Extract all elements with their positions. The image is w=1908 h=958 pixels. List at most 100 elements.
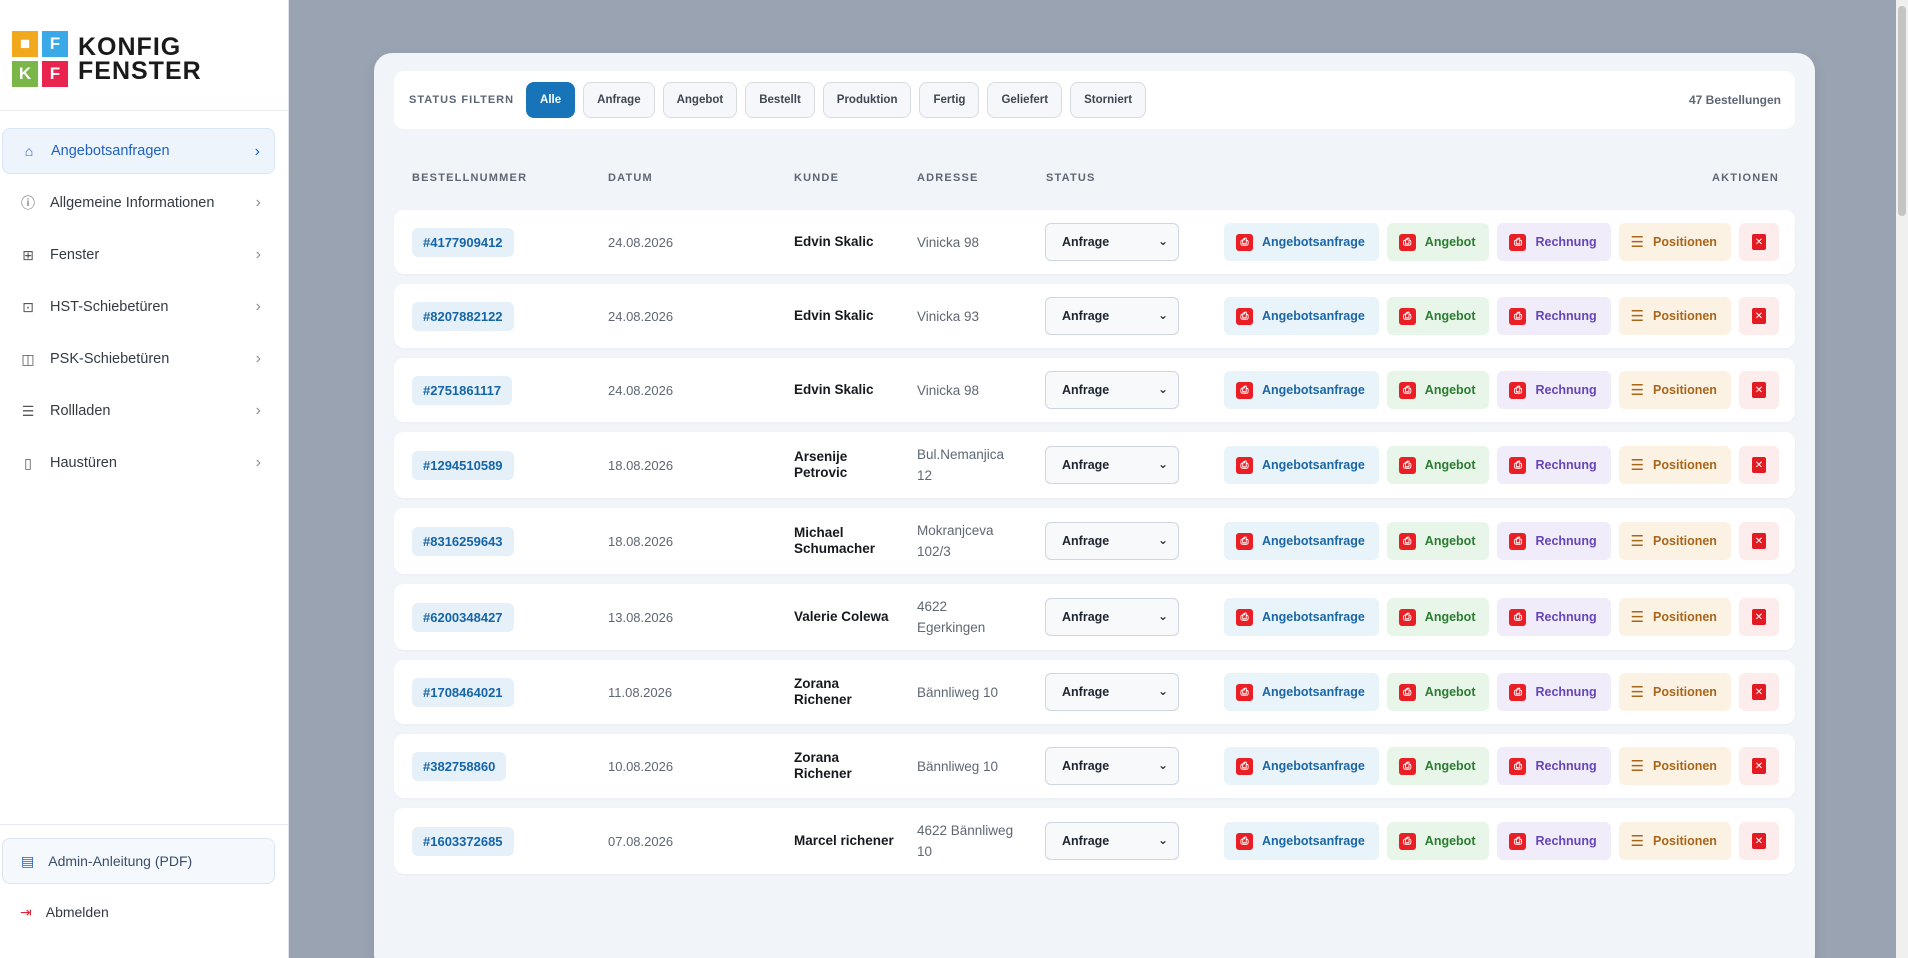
sidebar-item-5[interactable]: ☰ Rollladen ›: [2, 388, 275, 434]
angebotsanfrage-button[interactable]: ⎙ Angebotsanfrage: [1224, 371, 1379, 409]
order-number[interactable]: #8207882122: [412, 301, 514, 331]
filter-chip[interactable]: Anfrage: [583, 82, 655, 118]
filter-chip[interactable]: Geliefert: [987, 82, 1063, 118]
status-select[interactable]: Anfrage ⌄: [1045, 598, 1179, 636]
action-label: Positionen: [1653, 235, 1717, 249]
angebot-button[interactable]: ⎙ Angebot: [1386, 446, 1490, 484]
angebotsanfrage-button[interactable]: ⎙ Angebotsanfrage: [1224, 822, 1379, 860]
trash-icon: ✕: [1751, 457, 1766, 473]
sidebar-item-label: Rollladen: [50, 403, 111, 419]
delete-button[interactable]: ✕: [1738, 223, 1779, 261]
delete-button[interactable]: ✕: [1738, 598, 1779, 636]
rechnung-button[interactable]: ⎙ Rechnung: [1497, 673, 1611, 711]
delete-button[interactable]: ✕: [1738, 446, 1779, 484]
rechnung-button[interactable]: ⎙ Rechnung: [1497, 371, 1611, 409]
rechnung-button[interactable]: ⎙ Rechnung: [1497, 522, 1611, 560]
sidebar-item-3[interactable]: ⊡ HST-Schiebetüren ›: [2, 284, 275, 330]
scrollbar-thumb[interactable]: [1898, 6, 1906, 216]
delete-button[interactable]: ✕: [1738, 522, 1779, 560]
angebot-button[interactable]: ⎙ Angebot: [1386, 223, 1490, 261]
action-label: Positionen: [1653, 685, 1717, 699]
delete-button[interactable]: ✕: [1738, 747, 1779, 785]
customer-name: Marcel richener: [794, 833, 894, 848]
status-select[interactable]: Anfrage ⌄: [1045, 822, 1179, 860]
positionen-button[interactable]: ☰ Positionen: [1618, 371, 1731, 409]
angebot-button[interactable]: ⎙ Angebot: [1386, 822, 1490, 860]
delete-button[interactable]: ✕: [1738, 822, 1779, 860]
order-number[interactable]: #1603372685: [412, 826, 514, 856]
status-select[interactable]: Anfrage ⌄: [1045, 673, 1179, 711]
filter-chip[interactable]: Bestellt: [745, 82, 815, 118]
filter-chip[interactable]: Fertig: [919, 82, 980, 118]
order-number[interactable]: #382758860: [412, 751, 507, 781]
action-label: Rechnung: [1535, 610, 1597, 624]
order-number[interactable]: #1708464021: [412, 677, 514, 707]
logout-button[interactable]: ⇥ Abmelden: [2, 892, 275, 932]
status-select[interactable]: Anfrage ⌄: [1045, 747, 1179, 785]
admin-pdf-button[interactable]: ▤ Admin-Anleitung (PDF): [2, 838, 275, 884]
status-select[interactable]: Anfrage ⌄: [1045, 446, 1179, 484]
angebot-button[interactable]: ⎙ Angebot: [1386, 522, 1490, 560]
order-number[interactable]: #6200348427: [412, 602, 514, 632]
angebot-button[interactable]: ⎙ Angebot: [1386, 297, 1490, 335]
delete-button[interactable]: ✕: [1738, 673, 1779, 711]
filter-chip[interactable]: Angebot: [662, 82, 738, 118]
sidebar-item-1[interactable]: ⓘ Allgemeine Informationen ›: [2, 180, 275, 226]
order-number[interactable]: #4177909412: [412, 227, 514, 257]
angebotsanfrage-button[interactable]: ⎙ Angebotsanfrage: [1224, 747, 1379, 785]
action-label: Angebotsanfrage: [1262, 685, 1365, 699]
sidebar-item-2[interactable]: ⊞ Fenster ›: [2, 232, 275, 278]
sidebar-item-4[interactable]: ◫ PSK-Schiebetüren ›: [2, 336, 275, 382]
delete-button[interactable]: ✕: [1738, 371, 1779, 409]
order-number[interactable]: #8316259643: [412, 526, 514, 556]
angebot-button[interactable]: ⎙ Angebot: [1386, 598, 1490, 636]
pdf-icon: ⎙: [1236, 608, 1253, 626]
angebotsanfrage-button[interactable]: ⎙ Angebotsanfrage: [1224, 598, 1379, 636]
positionen-button[interactable]: ☰ Positionen: [1618, 223, 1731, 261]
sidebar-item-6[interactable]: ▯ Haustüren ›: [2, 440, 275, 486]
filter-chip[interactable]: Alle: [526, 82, 576, 118]
status-select[interactable]: Anfrage ⌄: [1045, 522, 1179, 560]
rechnung-button[interactable]: ⎙ Rechnung: [1497, 223, 1611, 261]
positionen-button[interactable]: ☰ Positionen: [1618, 598, 1731, 636]
angebotsanfrage-button[interactable]: ⎙ Angebotsanfrage: [1224, 297, 1379, 335]
chevron-down-icon: ⌄: [1157, 533, 1168, 547]
angebot-button[interactable]: ⎙ Angebot: [1386, 371, 1490, 409]
status-select[interactable]: Anfrage ⌄: [1045, 297, 1179, 335]
order-number[interactable]: #1294510589: [412, 450, 514, 480]
angebotsanfrage-button[interactable]: ⎙ Angebotsanfrage: [1224, 522, 1379, 560]
angebotsanfrage-button[interactable]: ⎙ Angebotsanfrage: [1224, 223, 1379, 261]
sidebar-item-label: Fenster: [50, 247, 100, 263]
rechnung-button[interactable]: ⎙ Rechnung: [1497, 598, 1611, 636]
rechnung-button[interactable]: ⎙ Rechnung: [1497, 297, 1611, 335]
angebot-button[interactable]: ⎙ Angebot: [1386, 747, 1490, 785]
header-address: ADRESSE: [917, 172, 979, 184]
sidebar-item-0[interactable]: ⌂ Angebotsanfragen ›: [2, 128, 275, 174]
status-select[interactable]: Anfrage ⌄: [1045, 223, 1179, 261]
angebot-button[interactable]: ⎙ Angebot: [1386, 673, 1490, 711]
positionen-button[interactable]: ☰ Positionen: [1618, 822, 1731, 860]
positionen-button[interactable]: ☰ Positionen: [1618, 446, 1731, 484]
customer-address: Vinicka 98: [917, 234, 980, 250]
filter-chip[interactable]: Produktion: [822, 82, 912, 118]
filter-chip[interactable]: Storniert: [1070, 82, 1147, 118]
action-label: Rechnung: [1535, 685, 1597, 699]
pdf-icon: ⎙: [1398, 683, 1416, 701]
positionen-button[interactable]: ☰ Positionen: [1618, 747, 1731, 785]
positionen-button[interactable]: ☰ Positionen: [1618, 297, 1731, 335]
status-select[interactable]: Anfrage ⌄: [1045, 371, 1179, 409]
delete-button[interactable]: ✕: [1738, 297, 1779, 335]
rechnung-button[interactable]: ⎙ Rechnung: [1497, 822, 1611, 860]
logo[interactable]: ■ F K F KONFIG FENSTER: [12, 31, 202, 87]
page-scrollbar[interactable]: [1896, 0, 1908, 958]
angebotsanfrage-button[interactable]: ⎙ Angebotsanfrage: [1224, 673, 1379, 711]
order-number[interactable]: #2751861117: [412, 375, 513, 405]
action-label: Angebot: [1424, 458, 1476, 472]
rechnung-button[interactable]: ⎙ Rechnung: [1497, 747, 1611, 785]
rechnung-button[interactable]: ⎙ Rechnung: [1497, 446, 1611, 484]
angebotsanfrage-button[interactable]: ⎙ Angebotsanfrage: [1224, 446, 1379, 484]
positionen-button[interactable]: ☰ Positionen: [1618, 673, 1731, 711]
action-label: Angebot: [1424, 383, 1476, 397]
logo-cell: K: [12, 61, 38, 87]
positionen-button[interactable]: ☰ Positionen: [1618, 522, 1731, 560]
